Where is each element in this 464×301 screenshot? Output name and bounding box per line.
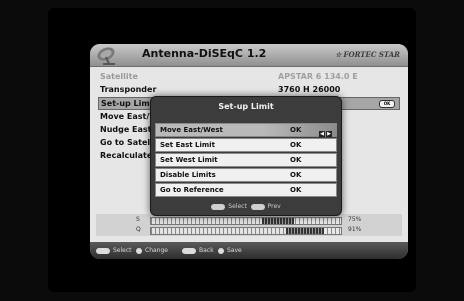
exit-key-icon bbox=[218, 247, 224, 254]
hint-save: Save bbox=[218, 247, 242, 254]
menu-item-label: Recalculate bbox=[100, 151, 153, 160]
popup-item-go-to-reference[interactable]: Go to Reference OK bbox=[155, 183, 337, 197]
hint-change: Change bbox=[136, 247, 168, 254]
popup-item-value: OK bbox=[290, 171, 302, 179]
popup-menu: Move East/West OK ◀ ▶ Set East Limit OK S… bbox=[155, 123, 337, 198]
strength-percent: 75% bbox=[348, 216, 362, 223]
ok-key-icon bbox=[96, 247, 110, 254]
popup-hint-select: Select bbox=[228, 203, 247, 210]
menu-key-icon bbox=[250, 203, 265, 210]
arrow-right-icon[interactable]: ▶ bbox=[326, 131, 332, 137]
hint-change-label: Change bbox=[145, 247, 168, 254]
menu-item-label: Set-up Limit bbox=[101, 99, 157, 108]
menu-item-label: Satellite bbox=[100, 72, 138, 81]
popup-item-value: OK bbox=[290, 186, 302, 194]
signal-quality: Q 91% bbox=[96, 225, 402, 235]
popup-title: Set-up Limit bbox=[218, 102, 274, 111]
signal-strength: S 75% bbox=[96, 215, 402, 225]
hint-back-label: Back bbox=[199, 247, 214, 254]
menu-item-satellite[interactable]: Satellite APSTAR 6 134.0 E bbox=[98, 71, 400, 83]
quality-bar bbox=[150, 227, 342, 235]
popup-item-label: Set West Limit bbox=[160, 156, 218, 164]
quality-percent: 91% bbox=[348, 226, 362, 233]
menu-item-label: Transponder bbox=[100, 85, 157, 94]
quality-bar-fill bbox=[151, 228, 324, 234]
arrow-left-icon[interactable]: ◀ bbox=[319, 131, 325, 137]
popup-item-value: OK bbox=[290, 156, 302, 164]
menu-key-icon bbox=[182, 247, 196, 254]
arrow-key-icon bbox=[136, 247, 142, 254]
strength-bar bbox=[150, 217, 342, 225]
strength-bar-fill bbox=[151, 218, 294, 224]
popup-item-label: Go to Reference bbox=[160, 186, 224, 194]
page-title: Antenna-DiSEqC 1.2 bbox=[142, 47, 267, 60]
menu-item-value: 3760 H 26000 bbox=[278, 85, 341, 94]
menu-item-transponder[interactable]: Transponder 3760 H 26000 bbox=[98, 84, 400, 96]
signal-meter: S 75% Q 91% bbox=[96, 214, 402, 236]
menu-item-value: APSTAR 6 134.0 E bbox=[278, 72, 358, 81]
brand-logo: ☆ FORTEC STAR bbox=[335, 50, 400, 59]
popup-hints: Select Prev bbox=[151, 203, 341, 210]
ok-key-icon: OK bbox=[379, 100, 395, 108]
strength-label: S bbox=[136, 216, 140, 223]
hint-back: Back bbox=[182, 247, 214, 254]
popup-item-label: Disable Limits bbox=[160, 171, 216, 179]
hint-save-label: Save bbox=[227, 247, 242, 254]
popup-item-label: Set East Limit bbox=[160, 141, 215, 149]
popup-item-value: OK bbox=[290, 141, 302, 149]
hint-select-label: Select bbox=[113, 247, 132, 254]
hint-select: Select bbox=[96, 247, 132, 254]
popup-item-disable-limits[interactable]: Disable Limits OK bbox=[155, 168, 337, 182]
popup-hint-prev: Prev bbox=[267, 203, 281, 210]
popup-item-value: OK bbox=[290, 126, 302, 134]
quality-label: Q bbox=[136, 226, 141, 233]
panel-header: Antenna-DiSEqC 1.2 ☆ FORTEC STAR bbox=[90, 44, 408, 67]
popup-item-set-west-limit[interactable]: Set West Limit OK bbox=[155, 153, 337, 167]
ok-key-icon bbox=[211, 203, 226, 210]
footer-hints: Select Change Back Save bbox=[90, 242, 408, 259]
popup-item-label: Move East/West bbox=[160, 126, 223, 134]
popup-item-set-east-limit[interactable]: Set East Limit OK bbox=[155, 138, 337, 152]
setup-limit-popup: Set-up Limit Move East/West OK ◀ ▶ Set Ea… bbox=[150, 96, 342, 216]
satellite-dish-icon bbox=[97, 47, 115, 65]
popup-item-move-east-west[interactable]: Move East/West OK ◀ ▶ bbox=[155, 123, 337, 137]
star-icon: ☆ bbox=[335, 50, 342, 59]
brand-name: FORTEC STAR bbox=[343, 50, 400, 59]
